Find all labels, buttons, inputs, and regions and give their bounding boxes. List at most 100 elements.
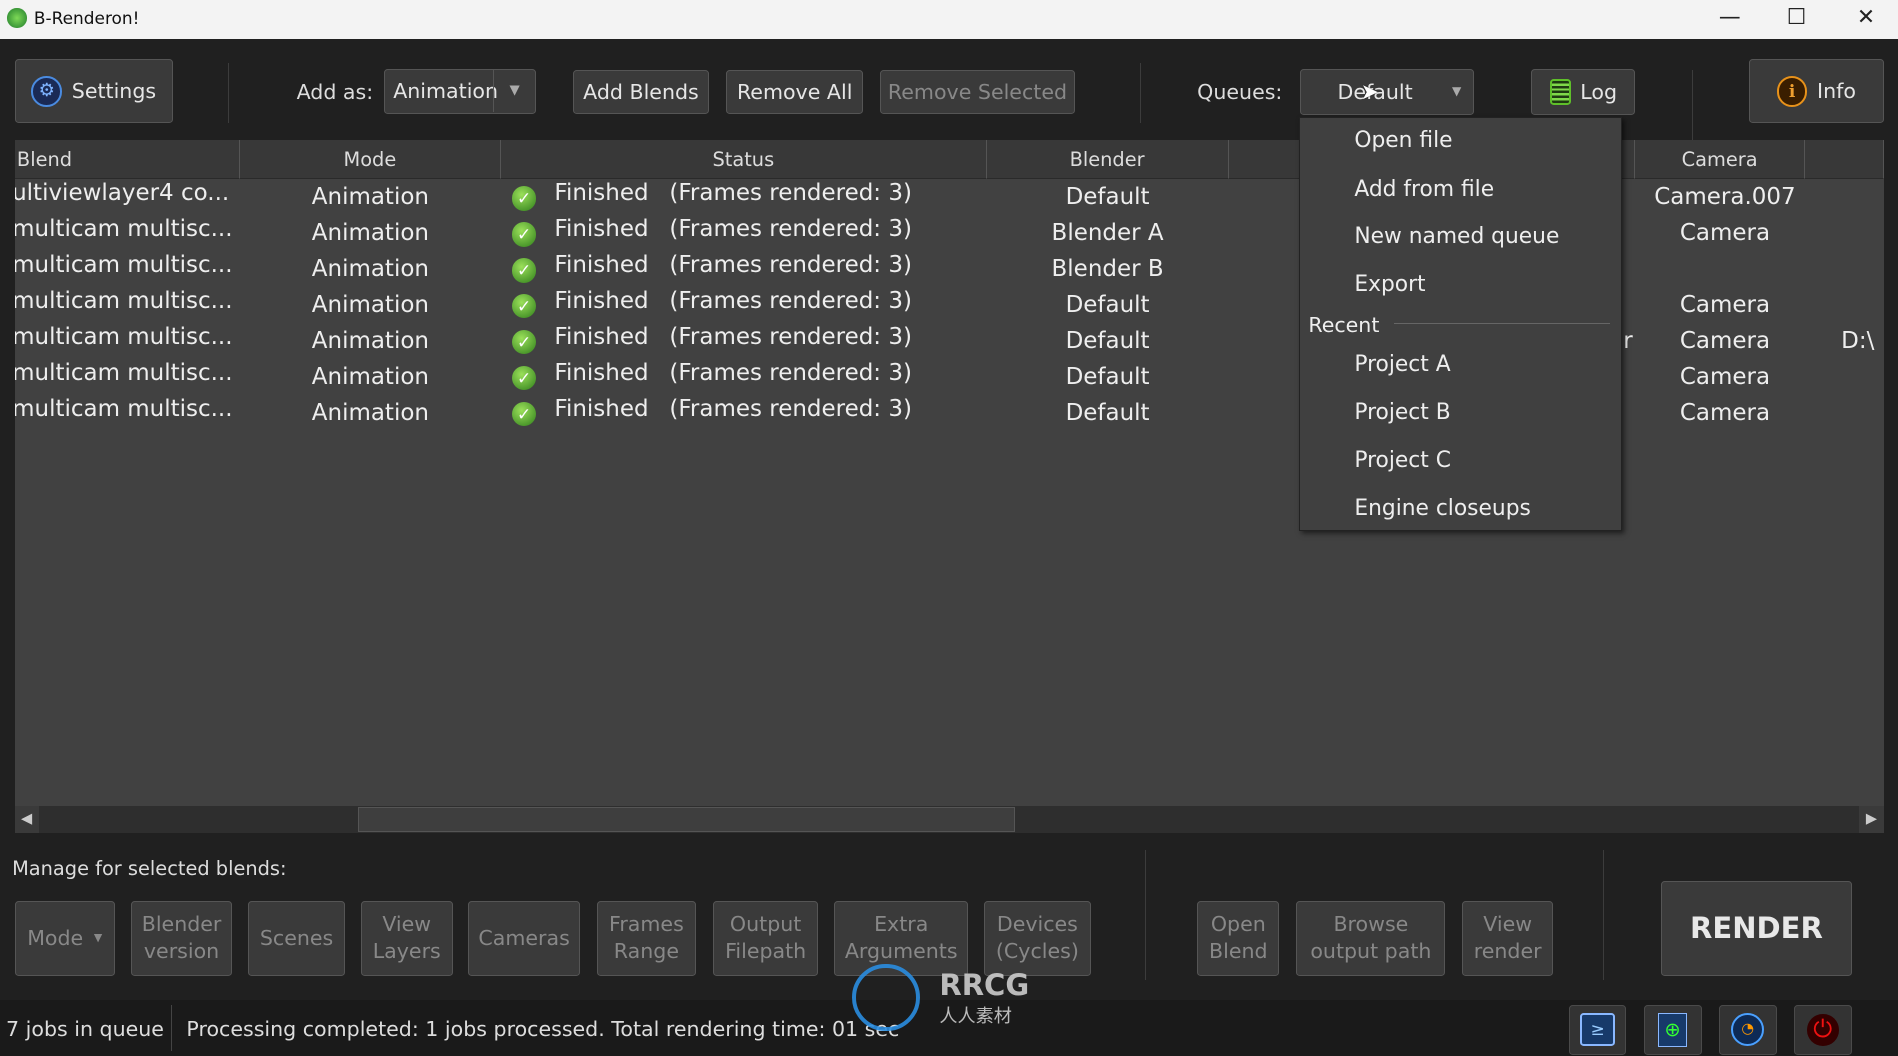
minimize-button[interactable]: — — [1719, 5, 1741, 30]
horizontal-scrollbar[interactable]: ◀ ▶ — [14, 806, 1884, 833]
column-header-camera[interactable]: Camera — [1635, 140, 1805, 180]
timer-button[interactable]: ◔ — [1718, 1004, 1777, 1056]
column-header-blender[interactable]: Blender — [986, 140, 1229, 180]
cell-frames: (Frames rendered: 3) — [669, 360, 912, 387]
cell-blend: multicam multisc... — [14, 324, 233, 351]
cell-blender: Default — [1065, 363, 1150, 390]
title-bar: B-Renderon! — ☐ ✕ — [0, 0, 1898, 39]
cell-camera: Camera.007 — [1654, 183, 1796, 210]
chevron-down-icon: ▼ — [1451, 84, 1462, 99]
menu-item-recent[interactable]: Project B — [1354, 400, 1450, 425]
cell-hidden: r — [1623, 327, 1633, 354]
watermark-logo — [852, 963, 920, 1032]
stopwatch-icon: ◔ — [1731, 1013, 1765, 1047]
button-label: Devices (Cycles) — [995, 912, 1079, 964]
cell-blend: multicam multisc... — [14, 252, 233, 279]
check-icon: ✓ — [512, 258, 537, 283]
menu-item-recent[interactable]: Project A — [1354, 352, 1450, 377]
remove-selected-button[interactable]: Remove Selected — [880, 70, 1075, 114]
open-blend-button[interactable]: Open Blend — [1197, 900, 1280, 976]
cell-blender: Blender B — [1051, 255, 1164, 282]
scroll-right-arrow[interactable]: ▶ — [1859, 806, 1884, 833]
cell-blend: multicam multisc... — [14, 396, 233, 423]
chevron-down-icon: ▼ — [493, 69, 535, 113]
menu-item-export[interactable]: Export — [1354, 272, 1425, 297]
manage-button-frames-range[interactable]: Frames Range — [596, 900, 697, 976]
info-button[interactable]: i Info — [1749, 59, 1884, 124]
menu-section-recent: Recent — [1308, 313, 1380, 338]
check-icon: ✓ — [512, 402, 537, 427]
menu-item-recent[interactable]: Project C — [1354, 448, 1451, 473]
maximize-button[interactable]: ☐ — [1787, 5, 1807, 30]
cell-blender: Blender A — [1051, 219, 1164, 246]
queues-label: Queues: — [1197, 79, 1283, 104]
scrollbar-thumb[interactable] — [358, 807, 1016, 833]
shutdown-button[interactable]: ⏻ — [1793, 1004, 1852, 1056]
manage-button-output-filepath[interactable]: Output Filepath — [712, 900, 819, 976]
cell-frames: (Frames rendered: 3) — [669, 396, 912, 423]
button-label: Blender version — [141, 912, 222, 964]
file-refresh-icon: ⊕ — [1658, 1013, 1687, 1047]
cell-blend: multicam multisc... — [14, 360, 233, 387]
button-label: Extra Arguments — [844, 912, 958, 964]
view-render-button[interactable]: View render — [1462, 900, 1554, 976]
settings-label: Settings — [71, 79, 157, 104]
add-as-label: Add as: — [296, 79, 374, 104]
cell-status: Finished — [554, 396, 649, 423]
menu-item-add-from-file[interactable]: Add from file — [1354, 177, 1494, 202]
manage-label: Manage for selected blends: — [12, 857, 287, 881]
menu-item-recent[interactable]: Engine closeups — [1354, 496, 1531, 521]
cell-mode: Animation — [311, 399, 429, 426]
terminal-button[interactable]: ≥ — [1568, 1004, 1627, 1056]
cell-mode: Animation — [311, 291, 429, 318]
add-as-dropdown[interactable]: Animation ▼ — [383, 68, 537, 114]
cell-camera: Camera — [1679, 399, 1771, 426]
close-button[interactable]: ✕ — [1857, 5, 1875, 30]
divider — [1692, 70, 1694, 151]
remove-all-button[interactable]: Remove All — [726, 70, 864, 114]
render-button[interactable]: RENDER — [1660, 881, 1853, 976]
power-icon: ⏻ — [1807, 1014, 1839, 1046]
cell-mode: Animation — [311, 363, 429, 390]
window-title: B-Renderon! — [33, 8, 140, 29]
manage-button-cameras[interactable]: Cameras — [468, 900, 580, 976]
menu-item-open-file[interactable]: Open file — [1354, 128, 1452, 153]
status-message: Processing completed: 1 jobs processed. … — [186, 1016, 900, 1041]
info-label: Info — [1817, 79, 1856, 104]
button-label: Frames Range — [609, 912, 684, 964]
menu-item-new-named-queue[interactable]: New named queue — [1354, 224, 1559, 249]
manage-button-view-layers[interactable]: View Layers — [360, 900, 453, 976]
column-header-mode[interactable]: Mode — [239, 140, 502, 180]
browse-output-path-button[interactable]: Browse output path — [1296, 900, 1446, 976]
log-button[interactable]: Log — [1531, 68, 1636, 115]
column-header-extra[interactable] — [1804, 140, 1884, 180]
cell-mode: Animation — [311, 255, 429, 282]
cell-status: Finished — [554, 252, 649, 279]
cell-frames: (Frames rendered: 3) — [669, 216, 912, 243]
watermark-subtext: 人人素材 — [939, 1006, 1012, 1028]
reload-queue-button[interactable]: ⊕ — [1643, 1004, 1702, 1056]
column-header-status[interactable]: Status — [501, 140, 987, 180]
cell-blender: Default — [1065, 291, 1150, 318]
settings-button[interactable]: ⚙ Settings — [14, 59, 174, 124]
add-blends-button[interactable]: Add Blends — [572, 70, 710, 114]
manage-button-mode[interactable]: Mode ▼ — [14, 900, 115, 976]
terminal-icon: ≥ — [1579, 1013, 1616, 1047]
watermark-text: RRCG — [939, 968, 1030, 1003]
check-icon: ✓ — [512, 222, 537, 247]
scroll-left-arrow[interactable]: ◀ — [14, 806, 39, 833]
manage-button-blender-version[interactable]: Blender version — [130, 900, 233, 976]
button-label: Cameras — [478, 925, 570, 950]
queue-dropdown[interactable]: Default ▼ — [1300, 68, 1475, 115]
info-icon: i — [1776, 76, 1808, 107]
cell-camera: Camera — [1679, 327, 1771, 354]
cell-camera: Camera — [1679, 291, 1771, 318]
divider — [227, 62, 229, 124]
column-header-blend[interactable]: Blend — [14, 140, 240, 180]
check-icon: ✓ — [512, 186, 537, 211]
cell-status: Finished — [554, 288, 649, 315]
cell-blend: ultiviewlayer4 co... — [14, 180, 230, 207]
cell-blend: multicam multisc... — [14, 288, 233, 315]
button-label: Scenes — [259, 925, 334, 950]
manage-button-scenes[interactable]: Scenes — [248, 900, 345, 976]
